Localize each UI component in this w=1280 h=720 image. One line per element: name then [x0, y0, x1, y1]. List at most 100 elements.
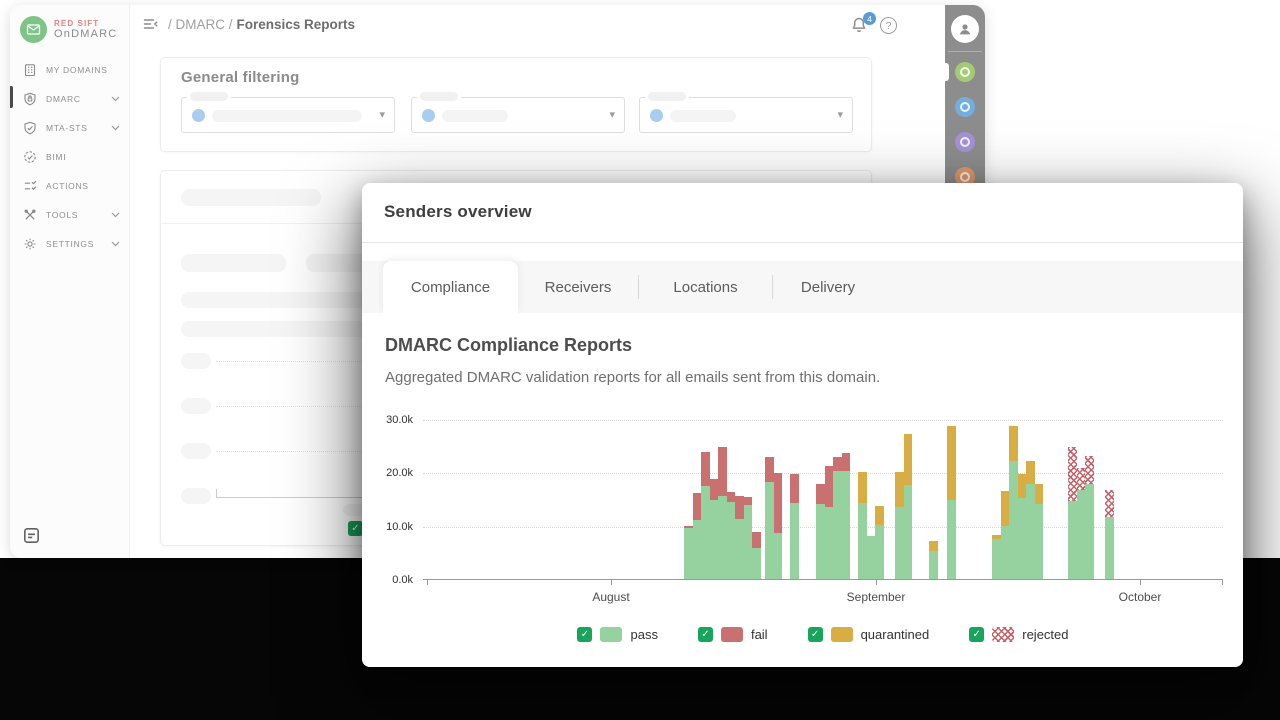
product-blue-icon[interactable] — [955, 97, 975, 117]
filter-select-1[interactable]: ▾ — [181, 97, 395, 133]
bar-segment-quarantined — [1018, 474, 1027, 497]
chart-bar-21[interactable] — [929, 541, 938, 579]
chart-bar-7[interactable] — [744, 497, 753, 579]
notifications-bell-icon[interactable]: 4 — [850, 16, 870, 36]
chart-bar-32[interactable] — [1105, 490, 1114, 579]
tab-receivers[interactable]: Receivers — [518, 261, 638, 313]
breadcrumb-parent[interactable]: / DMARC / — [168, 17, 233, 32]
chart-bar-18[interactable] — [875, 506, 884, 579]
bar-segment-fail — [693, 493, 702, 520]
y-axis-label: 10.0k — [386, 521, 413, 533]
chart-bar-13[interactable] — [825, 466, 834, 579]
app-logo[interactable]: RED SIFT OnDMARC — [10, 5, 129, 43]
legend-checkbox-rejected[interactable]: ✓ — [969, 627, 984, 642]
y-axis-label: 0.0k — [392, 574, 413, 586]
bar-segment-pass — [833, 471, 842, 579]
chart-bar-8[interactable] — [752, 532, 761, 579]
chart-bar-29[interactable] — [1068, 447, 1077, 579]
bar-segment-pass — [1001, 526, 1010, 579]
bar-segment-quarantined — [858, 472, 867, 503]
sidebar-item-dmarc[interactable]: DMARC — [10, 84, 129, 113]
chart-bar-4[interactable] — [718, 447, 727, 579]
list-check-icon — [22, 178, 38, 194]
product-purple-glyph — [960, 137, 970, 147]
tab-delivery[interactable]: Delivery — [773, 261, 883, 313]
bar-segment-quarantined — [947, 426, 956, 500]
chart-bar-26[interactable] — [1018, 474, 1027, 579]
skeleton-legend-checkbox[interactable]: ✓ — [348, 521, 363, 536]
buildings-icon — [22, 62, 38, 78]
chart-bar-20[interactable] — [904, 434, 913, 579]
chart-bar-10[interactable] — [774, 473, 783, 579]
chart-bar-24[interactable] — [1001, 491, 1010, 579]
legend-checkbox-pass[interactable]: ✓ — [577, 627, 592, 642]
y-axis-label: 30.0k — [386, 414, 413, 426]
chart-bar-28[interactable] — [1035, 484, 1044, 579]
chart-bar-25[interactable] — [1009, 426, 1018, 579]
bar-segment-pass — [684, 528, 693, 579]
sidebar-collapse-icon[interactable] — [143, 17, 159, 36]
sidebar-item-tools[interactable]: TOOLS — [10, 200, 129, 229]
legend-item-quarantined: ✓ quarantined — [808, 627, 930, 642]
bar-segment-rejected — [1105, 490, 1114, 517]
sidebar-item-bimi[interactable]: BIMI — [10, 142, 129, 171]
tab-locations[interactable]: Locations — [639, 261, 772, 313]
chart-bar-3[interactable] — [710, 479, 719, 579]
sidebar-item-label: BIMI — [46, 152, 121, 162]
chart-bar-17[interactable] — [867, 536, 876, 579]
x-axis-tick — [427, 580, 428, 585]
legend-label: pass — [630, 627, 657, 642]
sidebar-item-label: SETTINGS — [46, 239, 111, 249]
chart-bar-22[interactable] — [947, 426, 956, 579]
chart-bar-5[interactable] — [727, 492, 736, 579]
help-icon[interactable]: ? — [880, 17, 897, 34]
chart-bar-11[interactable] — [790, 474, 799, 579]
chevron-down-icon: ▾ — [379, 108, 385, 121]
bar-segment-rejected — [1085, 456, 1094, 484]
chart-bar-27[interactable] — [1026, 461, 1035, 579]
bimi-circle-icon — [22, 149, 38, 165]
sidebar-item-mta-sts[interactable]: MTA-STS — [10, 113, 129, 142]
chart-bar-2[interactable] — [701, 452, 710, 579]
chart-bar-9[interactable] — [765, 457, 774, 579]
chart-bar-14[interactable] — [833, 457, 842, 579]
tab-compliance[interactable]: Compliance — [383, 261, 518, 313]
chart-bar-19[interactable] — [895, 472, 904, 579]
legend-checkbox-fail[interactable]: ✓ — [698, 627, 713, 642]
avatar[interactable] — [951, 15, 979, 43]
select-label-skeleton — [190, 92, 228, 101]
chevron-down-icon — [111, 212, 121, 218]
filter-select-3[interactable]: ▾ — [639, 97, 853, 133]
rail-divider — [948, 51, 982, 52]
sidebar-item-my-domains[interactable]: MY DOMAINS — [10, 55, 129, 84]
legend-label: quarantined — [861, 627, 930, 642]
chart-bar-6[interactable] — [735, 496, 744, 579]
gridline-20.0k — [423, 473, 1223, 474]
chart-bar-23[interactable] — [992, 535, 1001, 579]
bar-segment-fail — [790, 474, 799, 503]
chart-bar-12[interactable] — [816, 484, 825, 579]
help-widget-icon[interactable] — [23, 527, 40, 549]
chart-bar-16[interactable] — [858, 472, 867, 579]
chart-bar-1[interactable] — [693, 493, 702, 579]
chart-bar-30[interactable] — [1077, 468, 1086, 579]
product-purple-icon[interactable] — [955, 132, 975, 152]
chart-bar-31[interactable] — [1085, 456, 1094, 579]
bar-segment-quarantined — [1026, 461, 1035, 483]
redsift-logo-icon — [20, 16, 47, 43]
bar-segment-fail — [727, 492, 736, 503]
sidebar-item-actions[interactable]: ACTIONS — [10, 171, 129, 200]
product-green-icon[interactable] — [955, 62, 975, 82]
bar-segment-pass — [735, 519, 744, 579]
x-axis-tick — [876, 580, 877, 585]
sidebar-nav: MY DOMAINSDMARCMTA-STS BIMI ACTIONSTOOLS SE… — [10, 55, 129, 258]
filter-select-2[interactable]: ▾ — [411, 97, 625, 133]
x-axis-tick — [1222, 580, 1223, 585]
bar-segment-fail — [833, 457, 842, 470]
chart-bar-15[interactable] — [842, 453, 851, 579]
bar-segment-fail — [701, 452, 710, 486]
legend-checkbox-quarantined[interactable]: ✓ — [808, 627, 823, 642]
chart-bar-0[interactable] — [684, 526, 693, 579]
sidebar-item-settings[interactable]: SETTINGS — [10, 229, 129, 258]
bar-segment-pass — [718, 496, 727, 579]
